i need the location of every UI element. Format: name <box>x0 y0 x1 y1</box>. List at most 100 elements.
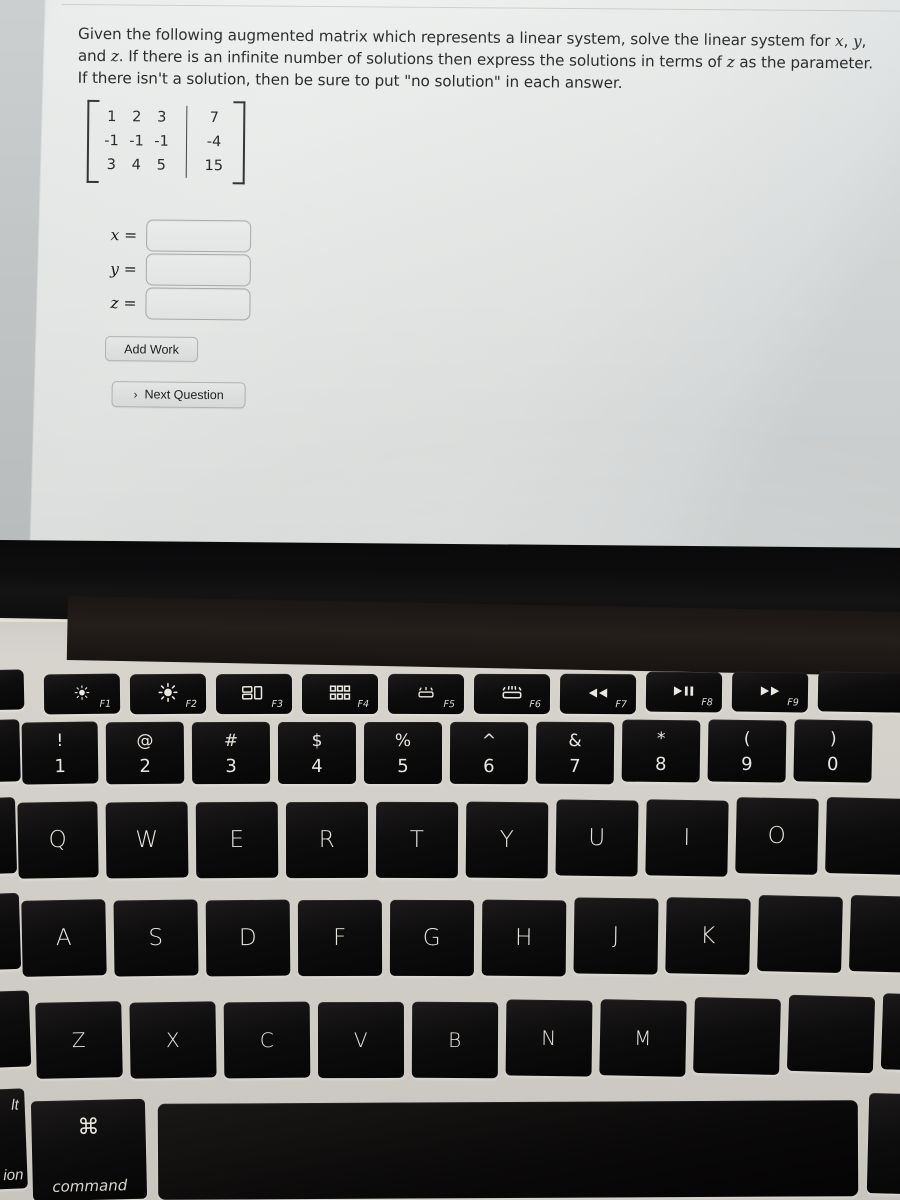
key-s-label: S <box>148 924 164 952</box>
key-command-right[interactable] <box>866 1093 900 1195</box>
key-9-shift-label: ( <box>743 728 751 750</box>
key-y[interactable]: Y <box>465 801 549 879</box>
answer-label-x: x = <box>110 226 138 245</box>
key-d-label: D <box>238 924 258 952</box>
key-f9[interactable]: F9 <box>731 671 809 713</box>
key-option-top-label: lt <box>10 1096 20 1114</box>
matrix-cell: -1 <box>129 133 144 150</box>
question-line-2a: . If there is an infinite number of solu… <box>118 47 727 72</box>
answer-input-y[interactable] <box>145 253 251 287</box>
key-w[interactable]: W <box>105 801 189 879</box>
key-5[interactable]: % 5 <box>363 721 443 785</box>
play-pause-icon <box>673 685 695 697</box>
key-f5[interactable]: F5 <box>387 673 465 715</box>
key-shift-left[interactable] <box>0 990 32 1070</box>
key-d[interactable]: D <box>205 899 291 977</box>
key-v[interactable]: V <box>317 1001 405 1079</box>
matrix-bracket-left <box>83 100 98 183</box>
key-p[interactable] <box>825 796 900 876</box>
key-f4[interactable]: F4 <box>302 674 378 714</box>
matrix-column-2: 2 -1 4 <box>124 105 150 177</box>
laptop-screen: Given the following augmented matrix whi… <box>0 0 900 548</box>
key-f2[interactable]: F2 <box>129 673 207 715</box>
key-a-label: A <box>55 924 73 952</box>
key-t-label: T <box>409 826 425 854</box>
key-f10[interactable] <box>817 671 900 713</box>
key-u-label: U <box>588 824 606 852</box>
key-f8[interactable]: F8 <box>645 671 723 713</box>
keyboard-backlight-down-icon <box>416 686 435 699</box>
key-6[interactable]: ^ 6 <box>449 721 529 785</box>
answer-input-z[interactable] <box>145 287 251 321</box>
key-f6[interactable]: F6 <box>473 673 551 715</box>
key-k-label: K <box>699 922 717 950</box>
key-9[interactable]: ( 9 <box>707 719 787 783</box>
add-work-button[interactable]: Add Work <box>104 336 199 362</box>
key-f7[interactable]: F7 <box>559 673 637 715</box>
key-8[interactable]: * 8 <box>621 719 701 783</box>
key-0[interactable]: ) 0 <box>793 719 873 783</box>
key-j-label: J <box>612 922 620 950</box>
rewind-icon <box>587 687 609 699</box>
key-3[interactable]: # 3 <box>191 721 271 785</box>
answer-input-x[interactable] <box>145 219 252 253</box>
key-a[interactable]: A <box>21 899 107 977</box>
mission-control-icon <box>241 685 266 700</box>
key-tab[interactable] <box>0 797 18 875</box>
key-5-shift-label: % <box>394 730 412 752</box>
key-f3[interactable]: F3 <box>215 673 293 715</box>
key-q-label: Q <box>48 826 68 854</box>
key-l[interactable] <box>757 894 843 974</box>
key-m[interactable]: M <box>599 999 687 1077</box>
augmented-matrix: 1 -1 3 2 -1 4 3 -1 5 7 -4 15 <box>83 100 250 185</box>
variable-x: x <box>834 32 844 51</box>
key-t[interactable]: T <box>375 801 459 879</box>
key-slash[interactable] <box>880 993 900 1071</box>
keyboard-backlight-up-icon <box>501 685 523 700</box>
key-g[interactable]: G <box>389 899 475 977</box>
key-7[interactable]: & 7 <box>535 721 615 785</box>
key-w-label: W <box>135 826 159 854</box>
key-esc[interactable] <box>0 669 25 711</box>
key-z[interactable]: Z <box>35 1001 123 1079</box>
key-x[interactable]: X <box>129 1001 217 1079</box>
key-i[interactable]: I <box>645 799 729 877</box>
key-q[interactable]: Q <box>17 801 99 879</box>
key-period[interactable] <box>786 994 876 1074</box>
matrix-cell: -4 <box>206 134 222 151</box>
key-comma[interactable] <box>693 996 781 1076</box>
key-8-shift-label: * <box>656 728 666 750</box>
key-1[interactable]: ! 1 <box>21 721 99 785</box>
next-question-button[interactable]: › Next Question <box>111 381 246 409</box>
variable-z-2: z <box>110 47 119 66</box>
key-b[interactable]: B <box>411 1001 499 1079</box>
key-2[interactable]: @ 2 <box>105 721 185 785</box>
key-option-bottom-label: ion <box>3 1166 24 1185</box>
key-s[interactable]: S <box>113 899 199 977</box>
key-f-label: F <box>333 924 347 952</box>
key-spacebar[interactable] <box>157 1100 859 1200</box>
key-semicolon[interactable] <box>848 895 900 973</box>
key-z-label: Z <box>71 1027 87 1053</box>
matrix-augment-divider <box>185 105 188 178</box>
key-command-left[interactable]: ⌘ command <box>30 1098 148 1200</box>
key-j[interactable]: J <box>573 897 659 975</box>
key-capslock[interactable] <box>0 892 22 972</box>
key-tilde[interactable] <box>0 719 21 783</box>
chevron-right-icon: › <box>133 387 138 402</box>
key-o[interactable]: O <box>735 797 819 875</box>
add-work-label: Add Work <box>124 341 179 357</box>
key-f[interactable]: F <box>297 899 383 977</box>
key-e[interactable]: E <box>195 801 279 879</box>
key-u[interactable]: U <box>555 799 639 877</box>
key-4[interactable]: $ 4 <box>277 721 357 785</box>
key-h[interactable]: H <box>481 899 567 977</box>
key-r[interactable]: R <box>285 801 369 879</box>
key-option[interactable]: lt ion <box>0 1088 28 1192</box>
laptop-photo: Given the following augmented matrix whi… <box>0 0 900 1200</box>
key-k[interactable]: K <box>665 897 751 975</box>
key-c[interactable]: C <box>223 1001 311 1079</box>
key-f1[interactable]: F1 <box>43 673 121 715</box>
key-n[interactable]: N <box>505 999 593 1077</box>
key-6-label: 6 <box>483 755 495 778</box>
